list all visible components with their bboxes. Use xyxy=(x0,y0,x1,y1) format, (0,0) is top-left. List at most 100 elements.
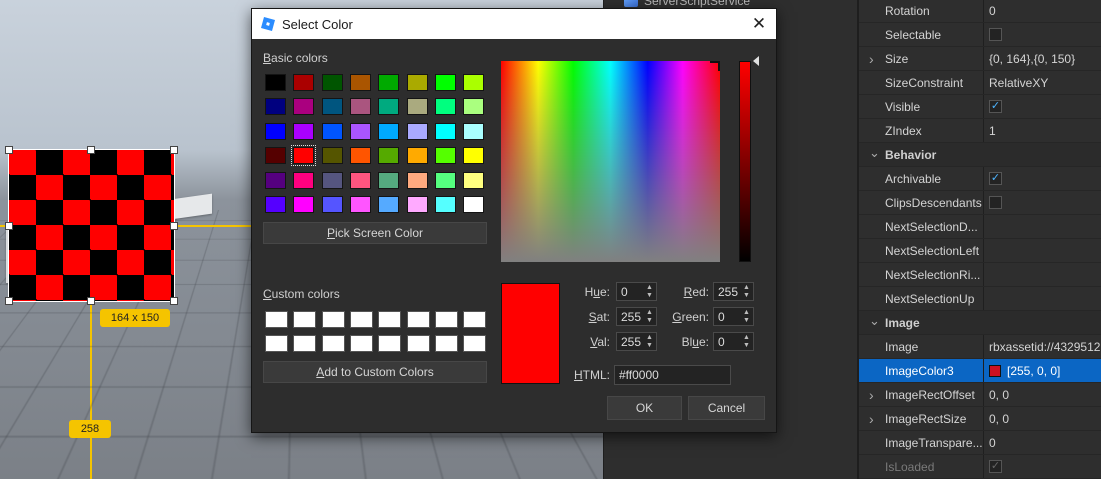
custom-color-swatch[interactable] xyxy=(463,335,486,352)
basic-color-swatch[interactable] xyxy=(378,98,399,115)
resize-handle[interactable] xyxy=(170,146,178,154)
val-spinbox[interactable]: 255 ▲ ▼ xyxy=(616,332,657,351)
cancel-button[interactable]: Cancel xyxy=(688,396,765,420)
property-category[interactable]: ⌄ Behavior xyxy=(859,143,1101,167)
property-row[interactable]: Archivable ✓ xyxy=(859,167,1101,191)
basic-color-swatch[interactable] xyxy=(322,147,343,164)
basic-color-swatch[interactable] xyxy=(463,123,484,140)
basic-color-swatch[interactable] xyxy=(407,172,428,189)
property-category[interactable]: ⌄ Image xyxy=(859,311,1101,335)
green-spinbox[interactable]: 0 ▲ ▼ xyxy=(713,307,754,326)
custom-color-swatch[interactable] xyxy=(293,311,316,328)
spin-arrows-icon[interactable]: ▲ ▼ xyxy=(743,309,750,324)
basic-color-swatch[interactable] xyxy=(293,196,314,213)
basic-color-swatch[interactable] xyxy=(293,172,314,189)
resize-handle[interactable] xyxy=(170,297,178,305)
basic-color-swatch[interactable] xyxy=(322,196,343,213)
basic-color-swatch[interactable] xyxy=(350,147,371,164)
property-row[interactable]: NextSelectionD... xyxy=(859,215,1101,239)
property-row[interactable]: NextSelectionUp xyxy=(859,287,1101,311)
chevron-right-icon[interactable]: › xyxy=(869,387,874,403)
explorer-item-serverscriptservice[interactable]: ServerScriptService xyxy=(624,0,750,8)
property-value[interactable] xyxy=(989,28,1008,41)
basic-color-swatch[interactable] xyxy=(407,123,428,140)
basic-color-swatch[interactable] xyxy=(435,74,456,91)
basic-color-swatch[interactable] xyxy=(322,98,343,115)
checkbox[interactable] xyxy=(989,28,1002,41)
spin-arrows-icon[interactable]: ▲ ▼ xyxy=(646,334,653,349)
property-row[interactable]: ImageColor3 [255, 0, 0] xyxy=(859,359,1101,383)
checkbox[interactable]: ✓ xyxy=(989,100,1002,113)
property-row[interactable]: NextSelectionLeft xyxy=(859,239,1101,263)
basic-color-swatch[interactable] xyxy=(378,172,399,189)
basic-color-swatch[interactable] xyxy=(435,172,456,189)
property-row[interactable]: ZIndex 1 xyxy=(859,119,1101,143)
spin-arrows-icon[interactable]: ▲ ▼ xyxy=(743,284,750,299)
properties-panel[interactable]: Rotation 0 Selectable › Size {0, 164},{0, 150… xyxy=(857,0,1101,479)
property-row[interactable]: NextSelectionRi... xyxy=(859,263,1101,287)
property-value[interactable]: [255, 0, 0] xyxy=(989,364,1060,378)
hue-spinbox[interactable]: 0 ▲ ▼ xyxy=(616,282,657,301)
basic-color-swatch[interactable] xyxy=(463,147,484,164)
property-value[interactable]: ✓ xyxy=(989,172,1008,185)
basic-color-swatch[interactable] xyxy=(463,74,484,91)
basic-color-swatch[interactable] xyxy=(322,123,343,140)
basic-color-swatch[interactable] xyxy=(322,172,343,189)
basic-color-swatch[interactable] xyxy=(265,196,286,213)
basic-color-swatch[interactable] xyxy=(463,196,484,213)
property-row[interactable]: ClipsDescendants xyxy=(859,191,1101,215)
blue-spinbox[interactable]: 0 ▲ ▼ xyxy=(713,332,754,351)
property-row[interactable]: ImageTranspare... 0 xyxy=(859,431,1101,455)
html-color-input[interactable]: #ff0000 xyxy=(614,365,731,385)
custom-color-swatch[interactable] xyxy=(435,311,458,328)
basic-color-swatch[interactable] xyxy=(350,123,371,140)
property-value[interactable]: {0, 164},{0, 150} xyxy=(989,52,1075,66)
property-value[interactable]: 0, 0 xyxy=(989,412,1009,426)
property-row[interactable]: Selectable xyxy=(859,23,1101,47)
spin-arrows-icon[interactable]: ▲ ▼ xyxy=(743,334,750,349)
basic-color-swatch[interactable] xyxy=(378,123,399,140)
spin-arrows-icon[interactable]: ▲ ▼ xyxy=(646,284,653,299)
basic-color-swatch[interactable] xyxy=(350,172,371,189)
luminance-slider[interactable] xyxy=(739,61,751,262)
basic-color-swatch[interactable] xyxy=(350,196,371,213)
chevron-right-icon[interactable]: › xyxy=(869,411,874,427)
spectrum-crosshair[interactable] xyxy=(710,61,720,71)
sat-spinbox[interactable]: 255 ▲ ▼ xyxy=(616,307,657,326)
property-row[interactable]: SizeConstraint RelativeXY xyxy=(859,71,1101,95)
property-row[interactable]: Visible ✓ xyxy=(859,95,1101,119)
property-value[interactable]: ✓ xyxy=(989,100,1008,113)
basic-color-swatch[interactable] xyxy=(407,74,428,91)
chevron-right-icon[interactable]: › xyxy=(869,51,874,67)
chevron-down-icon[interactable]: ⌄ xyxy=(869,145,880,161)
resize-handle[interactable] xyxy=(87,146,95,154)
basic-color-swatch[interactable] xyxy=(265,172,286,189)
custom-color-swatch[interactable] xyxy=(265,335,288,352)
close-icon[interactable]: ✕ xyxy=(742,9,776,39)
dialog-titlebar[interactable]: Select Color ✕ xyxy=(252,9,776,39)
basic-color-swatch[interactable] xyxy=(407,147,428,164)
custom-color-swatch[interactable] xyxy=(407,311,430,328)
spin-arrows-icon[interactable]: ▲ ▼ xyxy=(646,309,653,324)
property-row[interactable]: › ImageRectSize 0, 0 xyxy=(859,407,1101,431)
custom-color-swatch[interactable] xyxy=(378,311,401,328)
basic-color-swatch[interactable] xyxy=(378,147,399,164)
add-to-custom-colors-button[interactable]: Add to Custom Colors xyxy=(263,361,487,383)
property-value[interactable]: RelativeXY xyxy=(989,76,1048,90)
chevron-down-icon[interactable]: ⌄ xyxy=(869,313,880,329)
basic-color-swatch[interactable] xyxy=(435,123,456,140)
luminance-arrow-icon[interactable] xyxy=(753,56,759,66)
custom-color-swatch[interactable] xyxy=(463,311,486,328)
basic-color-swatch[interactable] xyxy=(435,98,456,115)
basic-color-swatch[interactable] xyxy=(265,123,286,140)
basic-color-swatch[interactable] xyxy=(463,98,484,115)
basic-color-swatch[interactable] xyxy=(265,147,286,164)
custom-color-swatch[interactable] xyxy=(350,311,373,328)
property-value[interactable]: 1 xyxy=(989,124,996,138)
custom-color-swatch[interactable] xyxy=(350,335,373,352)
checkbox[interactable]: ✓ xyxy=(989,172,1002,185)
basic-color-swatch[interactable] xyxy=(293,123,314,140)
basic-color-swatch[interactable] xyxy=(293,147,314,164)
property-row[interactable]: › Size {0, 164},{0, 150} xyxy=(859,47,1101,71)
property-value[interactable]: ✓ xyxy=(989,460,1008,473)
